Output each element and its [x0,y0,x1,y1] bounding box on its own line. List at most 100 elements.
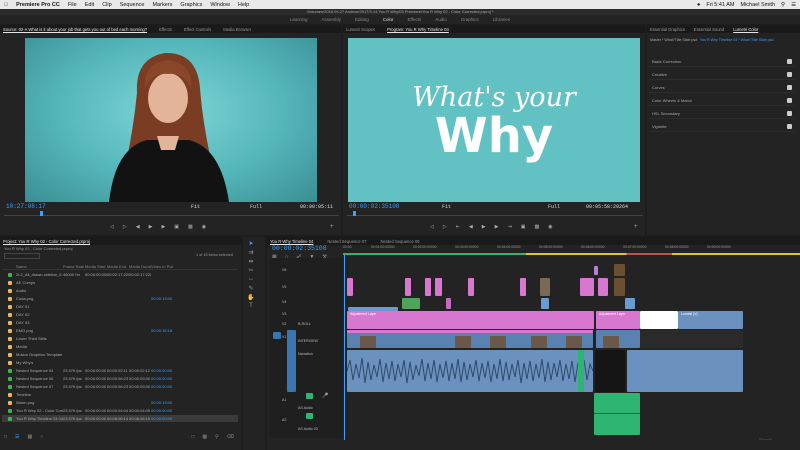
program-time-ruler[interactable] [347,212,643,216]
section-checkbox[interactable] [787,110,792,116]
section-creative[interactable]: Creative [649,69,795,80]
label-color-swatch[interactable] [8,376,12,381]
go-to-in-icon[interactable]: ⇤ [456,224,460,230]
clock[interactable]: Fri 5:41 AM [706,2,734,8]
clip-v5-image[interactable] [540,278,550,296]
timeline-ruler[interactable]: 00:00 00:01:00:00000 00:02:00:00000 00:0… [343,245,800,252]
step-back-icon[interactable]: ◀ [469,224,473,230]
project-item[interactable]: My Why's [2,359,238,366]
tab-lumetri-scopes[interactable]: Lumetri Scopes [346,27,375,32]
project-item[interactable]: Audio [2,287,238,294]
clip-title-still[interactable] [640,311,678,329]
clip-v5[interactable] [520,278,526,296]
mark-in-icon[interactable]: ◁ [110,224,114,230]
section-checkbox[interactable] [787,58,792,64]
workspace-assembly[interactable]: Assembly [321,17,341,22]
clip-v5[interactable] [598,278,608,296]
source-patch-v1[interactable] [273,332,281,339]
clip-v4[interactable] [625,298,635,309]
project-item[interactable]: Nested Sequence 07 23.976 fps 00:00:00:00 0… [2,383,238,390]
go-to-out-icon[interactable]: ⇥ [508,224,512,230]
clip-v6-still[interactable] [614,264,625,276]
icon-view-icon[interactable]: ▦ [28,434,33,440]
program-fit[interactable]: Fit [442,204,451,210]
trash-icon[interactable]: ⌫ [227,434,234,440]
mark-out-icon[interactable]: ▷ [443,224,447,230]
tab-source[interactable]: Source: 02-A What is it about your job t… [3,27,147,32]
col-media-end[interactable]: Media End [107,264,129,269]
project-item[interactable]: DAY 01 [2,303,238,310]
col-name[interactable]: Name [16,264,63,269]
project-search-input[interactable] [4,253,40,259]
tab-lumetri-color[interactable]: Lumetri Color [733,27,758,32]
label-color-swatch[interactable] [8,304,12,309]
project-item[interactable]: You R Why Timeline 04 04 23.976 fps 00:00:… [2,415,238,422]
col-media-start[interactable]: Media Start [85,264,107,269]
label-color-swatch[interactable] [8,328,12,333]
project-item[interactable]: AE Comps [2,279,238,286]
source-playhead[interactable] [40,211,43,216]
mark-in-icon[interactable]: ◁ [430,224,434,230]
razor-tool-icon[interactable]: ✂ [246,267,256,275]
project-item[interactable]: You R Why 02 - Color Correct23.976 fps00… [2,407,238,414]
insert-icon[interactable]: ▣ [174,224,179,230]
source-time-ruler[interactable] [4,212,339,216]
solo-button-a1[interactable] [306,393,313,399]
tab-project[interactable]: Project: You R Why 02 - Color Corrected.… [3,239,90,244]
project-item[interactable]: Nested Sequence 04 23.976 fps 00:00:00:00 0… [2,367,238,374]
label-color-swatch[interactable] [8,320,12,325]
timeline-zoom-slider[interactable]: ○——○ [759,436,772,441]
label-color-swatch[interactable] [8,408,12,413]
section-curves[interactable]: Curves [649,82,795,93]
workspace-color[interactable]: Color [383,17,394,22]
apple-icon[interactable]:  [4,2,8,8]
clip-v5[interactable] [580,278,594,296]
project-item[interactable]: DAY 03 [2,319,238,326]
source-fit[interactable]: Fit [191,204,200,210]
source-video-frame[interactable] [25,38,317,202]
workspace-editing[interactable]: Editing [355,17,369,22]
program-add-icon[interactable]: + [634,224,638,230]
timeline-timecode[interactable]: 00:00:02:35108 [272,245,327,252]
extract-icon[interactable]: ▩ [534,224,539,230]
solo-button-a2[interactable] [306,413,313,419]
workspace-effects[interactable]: Effects [408,17,422,22]
label-color-swatch[interactable] [8,360,12,365]
selection-tool-icon[interactable]: ➤ [246,240,256,248]
tab-nested-06[interactable]: Nested Sequence 06 [381,239,420,244]
menu-app[interactable]: Premiere Pro CC [16,2,60,8]
project-item[interactable]: Timeline [2,391,238,398]
clip-adjustment-layer[interactable]: Adjustment Layer [347,311,594,329]
audio-clip-a1[interactable] [627,350,743,392]
pen-tool-icon[interactable]: ✎ [246,285,256,293]
workspace-audio[interactable]: Audio [435,17,447,22]
tab-effects[interactable]: Effects [159,27,172,32]
clip-v5[interactable] [405,278,411,296]
user-name[interactable]: Michael Smith [740,2,775,8]
lumetri-clip-label[interactable]: You R Why Timeline 04 * What?Title Slide… [700,38,773,42]
label-color-swatch[interactable] [8,280,12,285]
col-media-duration[interactable]: Media Duration [129,264,151,269]
label-color-swatch[interactable] [8,344,12,349]
menu-markers[interactable]: Markers [152,2,172,8]
clip-v4[interactable] [446,298,451,309]
audio-clip-green[interactable] [578,350,584,392]
project-item[interactable]: 2L2_All_drawn-sidebar_0: 48000 Hz 00:00:00… [2,271,238,278]
lift-icon[interactable]: ▣ [521,224,526,230]
menu-graphics[interactable]: Graphics [180,2,202,8]
program-video-frame[interactable]: What's your Why [348,38,640,202]
clip-v5[interactable] [425,278,431,296]
tab-essential-sound[interactable]: Essential Sound [694,27,724,32]
clip-v5[interactable] [435,278,442,296]
clip-v5[interactable] [468,278,474,296]
col-video-in[interactable]: Video In Point [151,264,173,269]
step-forward-icon[interactable]: ▶ [495,224,499,230]
section-checkbox[interactable] [787,97,792,103]
lock-icon[interactable]: □ [4,434,7,440]
label-color-swatch[interactable] [8,312,12,317]
label-color-swatch[interactable] [8,400,12,405]
hand-tool-icon[interactable]: ✋ [246,294,256,302]
tab-essential-graphics[interactable]: Essential Graphics [650,27,685,32]
workspace-learning[interactable]: Learning [290,17,308,22]
search-icon[interactable]: ⚲ [781,2,785,8]
